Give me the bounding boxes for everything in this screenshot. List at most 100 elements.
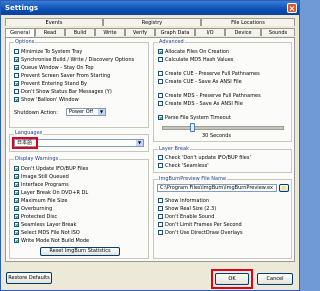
chevron-down-icon[interactable]: ▼ <box>136 140 143 146</box>
checkbox-dont-enable-sound[interactable]: Don't Enable Sound <box>158 213 214 220</box>
checkbox-no-directdraw[interactable]: Don't Use DirectDraw Overlays <box>158 229 243 236</box>
checkbox-box[interactable] <box>158 230 163 235</box>
tab-write[interactable]: Write <box>95 28 125 36</box>
tab-general[interactable]: General <box>5 28 35 37</box>
checkbox-label: Don't Update IFO/BUP Files <box>21 165 89 172</box>
checkbox-box[interactable] <box>158 222 163 227</box>
checkbox-box[interactable] <box>14 198 19 203</box>
checkbox-box[interactable] <box>14 182 19 187</box>
checkbox-sync-options[interactable]: Synchronise Build / Write / Discovery Op… <box>14 56 134 63</box>
checkbox-box[interactable] <box>158 115 163 120</box>
checkbox-box[interactable] <box>14 214 19 219</box>
checkbox-label: Don't Show Status Bar Messages (Y) <box>21 88 112 95</box>
checkbox-cue-full-paths[interactable]: Create CUE - Preserve Full Pathnames <box>158 70 260 77</box>
layer-break-title: Layer Break <box>158 146 190 152</box>
checkbox-label: Show Real Size (2.3) <box>165 205 217 212</box>
tab-sounds[interactable]: Sounds <box>261 28 295 36</box>
checkbox-cue-ansi[interactable]: Create CUE - Save As ANSI File <box>158 78 242 85</box>
checkbox-box[interactable] <box>14 65 19 70</box>
checkbox-dont-limit-fps[interactable]: Don't Limit Frames Per Second <box>158 221 242 228</box>
checkbox-box[interactable] <box>14 97 19 102</box>
checkbox-max-file-size[interactable]: Maximum File Size <box>14 197 67 204</box>
checkbox-overburning[interactable]: Overburning <box>14 205 52 212</box>
checkbox-write-mode[interactable]: Write Mode Not Build Mode <box>14 237 89 244</box>
close-icon[interactable]: × <box>287 3 297 13</box>
checkbox-box[interactable] <box>14 73 19 78</box>
checkbox-box[interactable] <box>158 71 163 76</box>
checkbox-box[interactable] <box>158 206 163 211</box>
checkbox-box[interactable] <box>14 166 19 171</box>
checkbox-dont-update-ifo[interactable]: Don't Update IFO/BUP Files <box>14 165 88 172</box>
checkbox-box[interactable] <box>14 89 19 94</box>
checkbox-box[interactable] <box>14 222 19 227</box>
cancel-button[interactable]: Cancel <box>257 273 293 285</box>
checkbox-mds-full-paths[interactable]: Create MDS - Preserve Full Pathnames <box>158 92 261 99</box>
checkbox-label: Maximum File Size <box>21 197 68 204</box>
checkbox-label: Check 'Seamless' <box>165 162 209 169</box>
tab-events[interactable]: Events <box>5 18 103 26</box>
timeout-slider-thumb[interactable] <box>190 123 195 132</box>
checkbox-label: Queue Window - Stay On Top <box>21 64 94 71</box>
display-warnings-title: Display Warnings <box>14 156 60 162</box>
checkbox-box[interactable] <box>14 174 19 179</box>
chevron-down-icon[interactable]: ▼ <box>98 109 105 115</box>
shutdown-action-select[interactable]: Power Off ▼ <box>66 108 106 116</box>
checkbox-label: Don't Enable Sound <box>165 213 215 220</box>
checkbox-box[interactable] <box>14 57 19 62</box>
tab-device[interactable]: Device <box>225 28 261 36</box>
checkbox-md5-hash[interactable]: Calculate MD5 Hash Values <box>158 56 233 63</box>
tab-io[interactable]: I/O <box>195 28 225 36</box>
tab-graph-data[interactable]: Graph Data <box>155 28 195 36</box>
checkbox-protected-disc[interactable]: Protected Disc <box>14 213 57 220</box>
checkbox-show-balloon[interactable]: Show 'Balloon' Window <box>14 96 79 103</box>
advanced-title: Advanced <box>158 39 185 45</box>
checkbox-mds-ansi[interactable]: Create MDS - Save As ANSI File <box>158 100 243 107</box>
checkbox-prevent-screensaver[interactable]: Prevent Screen Saver From Starting <box>14 72 110 79</box>
checkbox-box[interactable] <box>158 155 163 160</box>
checkbox-lb-seamless[interactable]: Check 'Seamless' <box>158 162 209 169</box>
restore-defaults-button[interactable]: Restore Defaults <box>6 272 52 284</box>
checkbox-layer-break-dvdr[interactable]: Layer Break On DVD+R DL <box>14 189 88 196</box>
checkbox-box[interactable] <box>14 81 19 86</box>
checkbox-box[interactable] <box>14 230 19 235</box>
checkbox-box[interactable] <box>158 57 163 62</box>
checkbox-show-information[interactable]: Show Information <box>158 197 209 204</box>
checkbox-box[interactable] <box>158 49 163 54</box>
checkbox-label: Prevent Entering Stand By <box>21 80 87 87</box>
checkbox-label: Write Mode Not Build Mode <box>21 237 90 244</box>
checkbox-box[interactable] <box>14 190 19 195</box>
tab-read[interactable]: Read <box>35 28 65 36</box>
checkbox-box[interactable] <box>158 163 163 168</box>
checkbox-image-still-queued[interactable]: Image Still Queued <box>14 173 69 180</box>
tab-build[interactable]: Build <box>65 28 95 36</box>
checkbox-queue-on-top[interactable]: Queue Window - Stay On Top <box>14 64 94 71</box>
checkbox-seamless-layer-break[interactable]: Seamless Layer Break <box>14 221 76 228</box>
checkbox-no-status-messages[interactable]: Don't Show Status Bar Messages (Y) <box>14 88 112 95</box>
checkbox-select-mds[interactable]: Select MDS File Not ISO <box>14 229 80 236</box>
reset-statistics-button[interactable]: Reset ImgBurn Statistics <box>40 247 120 256</box>
checkbox-minimize-tray[interactable]: Minimize To System Tray <box>14 48 82 55</box>
tab-file-locations[interactable]: File Locations <box>201 18 295 26</box>
checkbox-label: Create MDS - Preserve Full Pathnames <box>165 92 261 99</box>
timeout-slider-track[interactable] <box>162 126 284 130</box>
checkbox-box[interactable] <box>158 214 163 219</box>
checkbox-lb-dont-update-ifo[interactable]: Check 'Don't update IFO/BUP files' <box>158 154 251 161</box>
checkbox-parse-timeout[interactable]: Parse File System Timeout <box>158 114 231 121</box>
checkbox-allocate-files[interactable]: Allocate Files On Creation <box>158 48 229 55</box>
checkbox-interface-programs[interactable]: Interface Programs <box>14 181 69 188</box>
checkbox-prevent-standby[interactable]: Prevent Entering Stand By <box>14 80 87 87</box>
preview-path-input[interactable]: C:\Program Files\ImgBurn\ImgBurnPreview.… <box>157 184 277 192</box>
checkbox-box[interactable] <box>158 79 163 84</box>
general-panel: Options Minimize To System Tray Synchron… <box>5 37 295 262</box>
checkbox-box[interactable] <box>14 238 19 243</box>
checkbox-box[interactable] <box>158 198 163 203</box>
checkbox-box[interactable] <box>14 49 19 54</box>
checkbox-box[interactable] <box>158 93 163 98</box>
tab-registry[interactable]: Registry <box>103 18 201 26</box>
checkbox-show-real-size[interactable]: Show Real Size (2.3) <box>158 205 216 212</box>
checkbox-box[interactable] <box>14 206 19 211</box>
tab-verify[interactable]: Verify <box>125 28 155 36</box>
checkbox-box[interactable] <box>158 101 163 106</box>
layer-break-group <box>153 149 292 173</box>
browse-folder-icon[interactable]: 📁 <box>279 184 289 192</box>
